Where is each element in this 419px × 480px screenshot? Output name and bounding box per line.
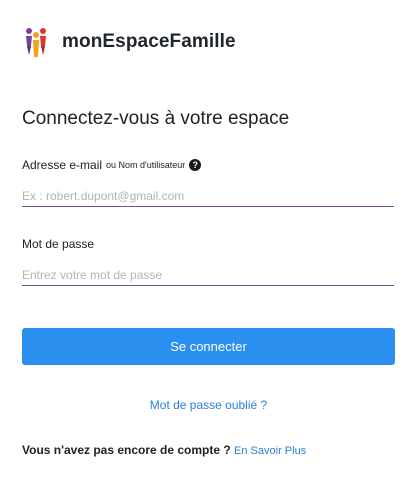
email-label-text: Adresse e-mail xyxy=(22,158,103,172)
brand-name: monEspaceFamille xyxy=(62,31,236,52)
password-label-text: Mot de passe xyxy=(22,237,95,251)
no-account-question: Vous n'avez pas encore de compte ? xyxy=(22,443,231,457)
password-label: Mot de passe xyxy=(22,237,94,251)
email-label: Adresse e-mail ou Nom d'utilisateur ? xyxy=(22,158,202,172)
signup-prompt: Vous n'avez pas encore de compte ? En Sa… xyxy=(22,443,306,457)
email-label-suffix: ou Nom d'utilisateur xyxy=(106,160,186,170)
login-page: monEspaceFamille Connectez-vous à votre … xyxy=(0,0,419,480)
page-title: Connectez-vous à votre espace xyxy=(22,108,290,129)
email-input[interactable] xyxy=(22,185,394,207)
password-input[interactable] xyxy=(22,264,394,286)
forgot-password-link[interactable]: Mot de passe oublié ? xyxy=(0,398,417,412)
family-people-logo-icon xyxy=(26,28,46,57)
login-button[interactable]: Se connecter xyxy=(22,328,395,365)
learn-more-link[interactable]: En Savoir Plus xyxy=(234,445,306,457)
brand-header: monEspaceFamille xyxy=(24,24,236,60)
help-icon[interactable]: ? xyxy=(189,159,202,171)
